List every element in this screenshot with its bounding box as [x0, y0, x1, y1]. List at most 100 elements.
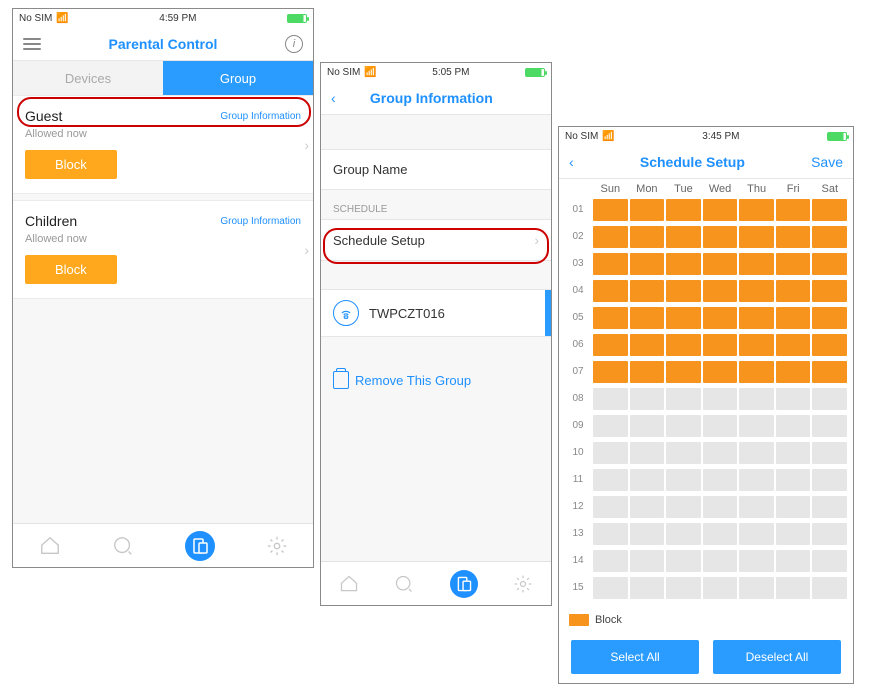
- back-icon[interactable]: ‹: [569, 154, 574, 170]
- schedule-slot[interactable]: [630, 280, 665, 302]
- schedule-slot[interactable]: [812, 199, 847, 221]
- schedule-slot[interactable]: [630, 307, 665, 329]
- schedule-slot[interactable]: [666, 253, 701, 275]
- tab-globe-icon[interactable]: [112, 535, 134, 557]
- schedule-slot[interactable]: [776, 496, 811, 518]
- tab-globe-icon[interactable]: [394, 574, 414, 594]
- schedule-slot[interactable]: [593, 442, 628, 464]
- schedule-slot[interactable]: [593, 469, 628, 491]
- schedule-slot[interactable]: [666, 334, 701, 356]
- schedule-slot[interactable]: [703, 334, 738, 356]
- schedule-slot[interactable]: [593, 226, 628, 248]
- schedule-slot[interactable]: [812, 280, 847, 302]
- schedule-slot[interactable]: [593, 253, 628, 275]
- schedule-slot[interactable]: [630, 334, 665, 356]
- schedule-slot[interactable]: [630, 361, 665, 383]
- schedule-slot[interactable]: [776, 415, 811, 437]
- schedule-slot[interactable]: [666, 307, 701, 329]
- schedule-slot[interactable]: [666, 523, 701, 545]
- schedule-slot[interactable]: [776, 469, 811, 491]
- schedule-slot[interactable]: [630, 253, 665, 275]
- schedule-slot[interactable]: [666, 415, 701, 437]
- schedule-slot[interactable]: [776, 361, 811, 383]
- tab-settings-icon[interactable]: [266, 535, 288, 557]
- schedule-slot[interactable]: [812, 469, 847, 491]
- schedule-slot[interactable]: [776, 577, 811, 599]
- schedule-slot[interactable]: [739, 307, 774, 329]
- schedule-slot[interactable]: [812, 577, 847, 599]
- schedule-slot[interactable]: [630, 496, 665, 518]
- schedule-slot[interactable]: [593, 388, 628, 410]
- schedule-slot[interactable]: [703, 550, 738, 572]
- schedule-slot[interactable]: [593, 307, 628, 329]
- schedule-slot[interactable]: [812, 550, 847, 572]
- schedule-slot[interactable]: [630, 442, 665, 464]
- schedule-slot[interactable]: [703, 199, 738, 221]
- schedule-slot[interactable]: [739, 388, 774, 410]
- device-cell[interactable]: TWPCZT016: [321, 289, 551, 337]
- schedule-slot[interactable]: [812, 523, 847, 545]
- schedule-slot[interactable]: [739, 226, 774, 248]
- schedule-slot[interactable]: [739, 280, 774, 302]
- schedule-slot[interactable]: [739, 577, 774, 599]
- group-info-link[interactable]: Group Information: [220, 111, 301, 122]
- schedule-slot[interactable]: [630, 550, 665, 572]
- tab-devices-icon[interactable]: [185, 531, 215, 561]
- group-info-link[interactable]: Group Information: [220, 216, 301, 227]
- schedule-slot[interactable]: [593, 361, 628, 383]
- schedule-slot[interactable]: [630, 577, 665, 599]
- schedule-slot[interactable]: [703, 253, 738, 275]
- tab-group[interactable]: Group: [163, 61, 313, 95]
- schedule-slot[interactable]: [739, 442, 774, 464]
- swipe-action-edge[interactable]: [545, 290, 551, 336]
- schedule-slot[interactable]: [776, 523, 811, 545]
- schedule-slot[interactable]: [703, 469, 738, 491]
- block-button[interactable]: Block: [25, 255, 117, 284]
- schedule-slot[interactable]: [739, 199, 774, 221]
- schedule-slot[interactable]: [739, 334, 774, 356]
- schedule-slot[interactable]: [630, 388, 665, 410]
- schedule-slot[interactable]: [812, 307, 847, 329]
- schedule-slot[interactable]: [776, 388, 811, 410]
- schedule-slot[interactable]: [703, 442, 738, 464]
- schedule-slot[interactable]: [776, 280, 811, 302]
- deselect-all-button[interactable]: Deselect All: [713, 640, 841, 674]
- schedule-slot[interactable]: [630, 415, 665, 437]
- info-icon[interactable]: i: [285, 35, 303, 53]
- schedule-grid[interactable]: 010203040506070809101112131415: [559, 197, 853, 608]
- schedule-slot[interactable]: [812, 442, 847, 464]
- schedule-slot[interactable]: [666, 496, 701, 518]
- schedule-slot[interactable]: [776, 226, 811, 248]
- schedule-slot[interactable]: [739, 469, 774, 491]
- schedule-slot[interactable]: [630, 469, 665, 491]
- schedule-slot[interactable]: [666, 226, 701, 248]
- schedule-slot[interactable]: [812, 496, 847, 518]
- schedule-slot[interactable]: [812, 253, 847, 275]
- tab-home-icon[interactable]: [339, 574, 359, 594]
- schedule-slot[interactable]: [739, 361, 774, 383]
- schedule-slot[interactable]: [812, 334, 847, 356]
- tab-devices[interactable]: Devices: [13, 61, 163, 95]
- tab-settings-icon[interactable]: [513, 574, 533, 594]
- schedule-slot[interactable]: [776, 253, 811, 275]
- schedule-slot[interactable]: [812, 388, 847, 410]
- schedule-slot[interactable]: [776, 334, 811, 356]
- tab-home-icon[interactable]: [39, 535, 61, 557]
- schedule-slot[interactable]: [776, 199, 811, 221]
- menu-icon[interactable]: [23, 38, 41, 50]
- remove-group-link[interactable]: Remove This Group: [321, 357, 551, 403]
- schedule-slot[interactable]: [776, 550, 811, 572]
- schedule-slot[interactable]: [812, 415, 847, 437]
- schedule-slot[interactable]: [666, 199, 701, 221]
- schedule-slot[interactable]: [703, 280, 738, 302]
- schedule-slot[interactable]: [703, 496, 738, 518]
- schedule-slot[interactable]: [593, 496, 628, 518]
- schedule-slot[interactable]: [593, 577, 628, 599]
- schedule-slot[interactable]: [666, 442, 701, 464]
- schedule-slot[interactable]: [630, 226, 665, 248]
- schedule-slot[interactable]: [739, 496, 774, 518]
- schedule-slot[interactable]: [776, 307, 811, 329]
- schedule-slot[interactable]: [593, 550, 628, 572]
- schedule-slot[interactable]: [703, 226, 738, 248]
- schedule-slot[interactable]: [593, 523, 628, 545]
